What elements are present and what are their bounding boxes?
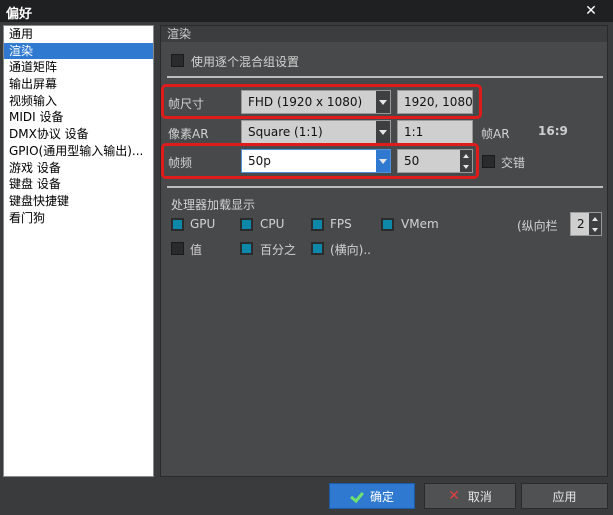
panel-title: 渲染 [161, 26, 607, 42]
cpu-label: CPU [260, 217, 285, 231]
gpu-checkbox[interactable] [171, 218, 184, 231]
ok-label: 确定 [369, 489, 394, 504]
mix-group-label: 使用逐个混合组设置 [191, 55, 300, 69]
close-icon[interactable]: ✕ [569, 0, 613, 22]
sidebar-item-dmx[interactable]: DMX协议 设备 [4, 126, 153, 143]
mix-group-checkbox[interactable] [171, 54, 184, 67]
percent-checkbox[interactable] [240, 242, 253, 255]
cancel-button[interactable]: ✕ 取消 [424, 483, 516, 509]
frame-ar-label: 帧AR [481, 127, 510, 141]
value-checkbox[interactable] [171, 242, 184, 255]
sidebar-item-watchdog[interactable]: 看门狗 [4, 210, 153, 227]
divider [167, 76, 603, 78]
render-panel: 渲染 使用逐个混合组设置 帧尺寸 FHD (1920 x 1080) 1920,… [160, 25, 608, 477]
value-label: 值 [190, 243, 203, 257]
interlace-checkbox[interactable] [482, 155, 495, 168]
sidebar-item-game-devices[interactable]: 游戏 设备 [4, 160, 153, 177]
columns-value: 2 [577, 217, 585, 231]
vmem-label: VMem [401, 217, 439, 231]
sidebar-item-channel-matrix[interactable]: 通道矩阵 [4, 59, 153, 76]
sidebar: 通用 渲染 通道矩阵 输出屏幕 视频输入 MIDI 设备 DMX协议 设备 GP… [3, 25, 154, 477]
gpu-label: GPU [190, 217, 216, 231]
window-title: 偏好 [6, 7, 33, 22]
horizontal-label: (横向).. [330, 243, 371, 257]
sidebar-item-keyboard[interactable]: 键盘 设备 [4, 176, 153, 193]
fps-checkbox[interactable] [311, 218, 324, 231]
chevron-down-icon[interactable] [376, 121, 390, 143]
percent-label: 百分之 [260, 243, 297, 257]
frame-rate-highlight [161, 143, 479, 179]
pixel-ar-field[interactable]: 1:1 [397, 120, 473, 144]
sidebar-item-render[interactable]: 渲染 [4, 42, 153, 60]
pixel-ar-label: 像素AR [168, 127, 209, 141]
frame-ar-value: 16:9 [538, 124, 568, 138]
interlace-label: 交错 [501, 156, 526, 170]
fps-label: FPS [330, 217, 352, 231]
check-icon [350, 490, 362, 502]
sidebar-item-gpio[interactable]: GPIO(通用型输入输出)... [4, 143, 153, 160]
columns-label: (纵向栏 [517, 219, 558, 233]
divider [167, 186, 603, 188]
apply-button[interactable]: 应用 [521, 483, 608, 509]
apply-label: 应用 [552, 489, 577, 504]
spin-arrows-icon[interactable] [589, 213, 601, 235]
vmem-checkbox[interactable] [381, 218, 394, 231]
sidebar-item-shortcuts[interactable]: 键盘快捷键 [4, 193, 153, 210]
cancel-label: 取消 [467, 489, 492, 504]
sidebar-item-output-screens[interactable]: 输出屏幕 [4, 76, 153, 93]
pixel-ar-select[interactable]: Square (1:1) [241, 120, 391, 144]
close-icon: ✕ [448, 488, 460, 504]
columns-spin[interactable]: 2 [570, 212, 602, 236]
sidebar-item-general[interactable]: 通用 [4, 26, 153, 43]
footer: 确定 ✕ 取消 应用 [0, 480, 613, 515]
sidebar-item-video-input[interactable]: 视频输入 [4, 93, 153, 110]
processor-title: 处理器加载显示 [171, 198, 256, 212]
cpu-checkbox[interactable] [240, 218, 253, 231]
pixel-ar-value: Square (1:1) [248, 125, 323, 139]
title-bar: 偏好 ✕ [0, 0, 613, 22]
sidebar-item-midi[interactable]: MIDI 设备 [4, 109, 153, 126]
horizontal-checkbox[interactable] [311, 242, 324, 255]
frame-size-highlight [161, 84, 482, 119]
ok-button[interactable]: 确定 [329, 483, 415, 509]
